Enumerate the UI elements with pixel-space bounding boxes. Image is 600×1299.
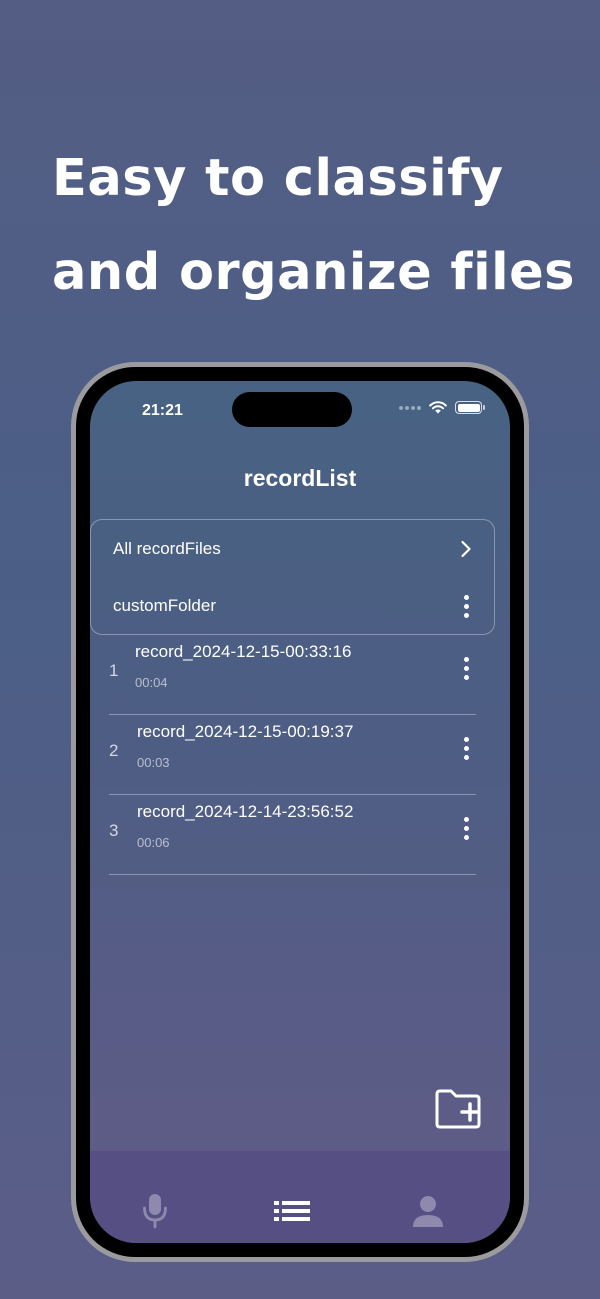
- headline-line-1: Easy to classify: [52, 149, 504, 208]
- record-duration: 00:06: [137, 835, 170, 850]
- battery-icon: [455, 401, 485, 414]
- record-row[interactable]: 2 record_2024-12-15-00:19:37 00:03: [109, 715, 476, 795]
- tab-bar: [90, 1151, 510, 1243]
- cellular-signal-icon: [399, 405, 421, 410]
- tab-profile[interactable]: [408, 1191, 448, 1231]
- folder-list: All recordFiles customFolder: [90, 519, 495, 635]
- chevron-right-icon: [461, 540, 471, 558]
- add-folder-icon[interactable]: [434, 1088, 482, 1130]
- record-index: 1: [109, 661, 119, 680]
- tab-record-list[interactable]: [272, 1191, 312, 1231]
- tab-record[interactable]: [135, 1191, 175, 1231]
- wifi-icon: [429, 401, 447, 414]
- record-duration: 00:04: [135, 675, 168, 690]
- kebab-menu-icon[interactable]: [460, 817, 472, 840]
- folder-item-custom-folder[interactable]: customFolder: [113, 578, 472, 634]
- kebab-menu-icon[interactable]: [460, 657, 472, 680]
- record-index: 2: [109, 741, 119, 760]
- phone-frame: 21:21 recordList All recordFiles customF…: [71, 362, 529, 1262]
- record-name: record_2024-12-14-23:56:52: [137, 802, 354, 821]
- record-row[interactable]: 3 record_2024-12-14-23:56:52 00:06: [109, 795, 476, 875]
- page-title: recordList: [243, 465, 357, 491]
- status-time: 21:21: [142, 402, 183, 419]
- microphone-icon: [143, 1194, 167, 1229]
- folder-label: customFolder: [113, 596, 216, 615]
- record-row[interactable]: 1 record_2024-12-15-00:33:16 00:04: [109, 635, 476, 715]
- status-indicators: [399, 401, 485, 414]
- folder-label: All recordFiles: [113, 539, 221, 558]
- dynamic-island: [232, 392, 352, 427]
- marketing-headline: Easy to classify and organize files: [52, 132, 576, 320]
- phone-screen: 21:21 recordList All recordFiles customF…: [90, 381, 510, 1243]
- phone-bezel: 21:21 recordList All recordFiles customF…: [76, 367, 524, 1257]
- headline-line-2: and organize files: [52, 243, 576, 302]
- list-icon: [274, 1201, 310, 1221]
- person-icon: [413, 1196, 443, 1227]
- kebab-menu-icon[interactable]: [460, 737, 472, 760]
- record-duration: 00:03: [137, 755, 170, 770]
- record-index: 3: [109, 821, 119, 840]
- record-name: record_2024-12-15-00:19:37: [137, 722, 354, 741]
- record-name: record_2024-12-15-00:33:16: [135, 642, 352, 661]
- kebab-menu-icon[interactable]: [460, 594, 472, 618]
- folder-item-all-record-files[interactable]: All recordFiles: [113, 521, 472, 577]
